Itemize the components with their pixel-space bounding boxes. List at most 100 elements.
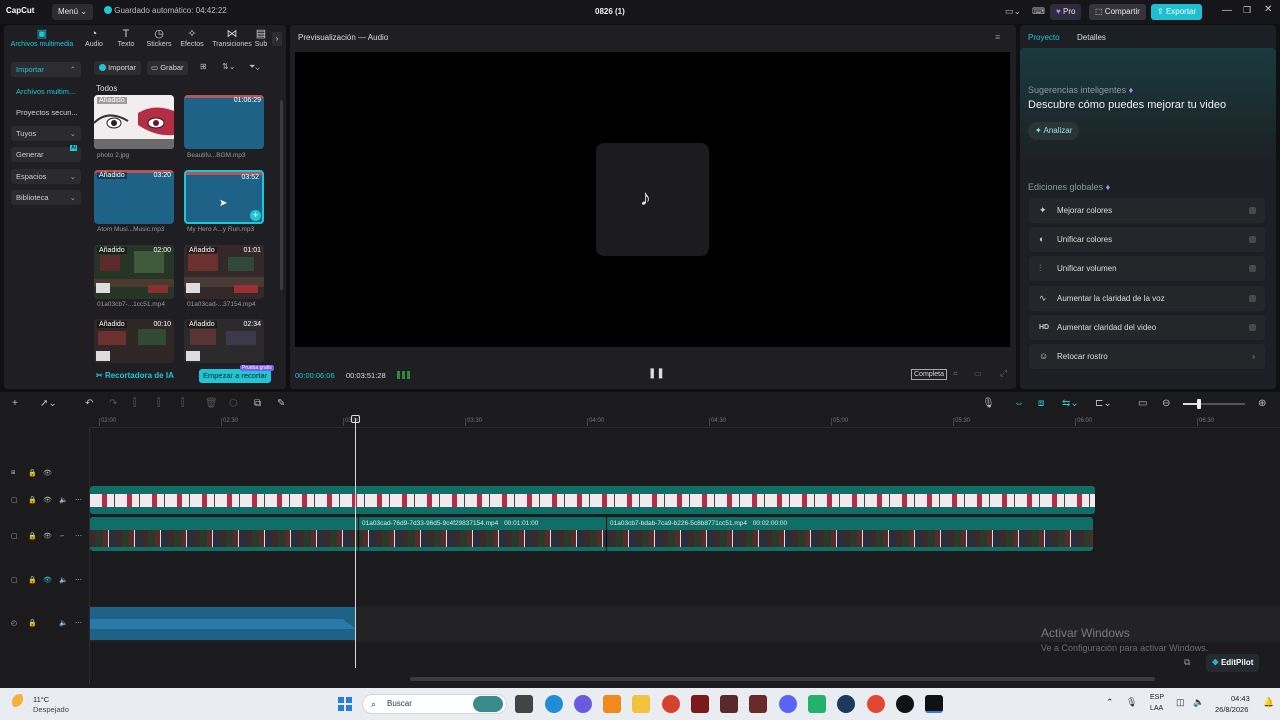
notification-icon[interactable]: 🔔 (1263, 697, 1274, 708)
start-cut-button[interactable]: Empezar a recortar (199, 369, 272, 383)
tab-media[interactable]: ▣ Archivos multimedia (8, 28, 76, 48)
playhead-handle[interactable] (351, 415, 360, 423)
search-highlight-icon[interactable] (473, 696, 503, 712)
row-enhance-colors[interactable]: ✦ Mejorar colores (1029, 198, 1265, 223)
eye-icon[interactable]: 👁 (43, 469, 52, 477)
sidebar-item-generate[interactable]: Generar AI (11, 145, 81, 162)
toggle-icon[interactable] (1249, 295, 1256, 302)
add-to-timeline-icon[interactable]: + (250, 210, 261, 221)
row-video-clarity[interactable]: HD Aumentar claridad del video (1029, 315, 1265, 340)
media-item[interactable]: 01:06:29 (184, 95, 264, 149)
speaker-icon[interactable]: 🔈 (59, 496, 68, 504)
lock-icon[interactable]: 🔒 (28, 619, 37, 627)
lock-icon[interactable]: 🔒 (28, 532, 37, 540)
zoom-icon[interactable]: ⌗ (953, 369, 958, 379)
speaker-icon[interactable]: 🔈 (59, 619, 68, 627)
pause-icon[interactable]: ❚❚ (648, 368, 665, 379)
eye-icon[interactable]: 👁 (43, 496, 52, 504)
minimize-icon[interactable]: — (1222, 5, 1232, 16)
row-unify-volume[interactable]: ⫶ Unificar volumen (1029, 256, 1265, 281)
more-icon[interactable]: ⋯ (75, 576, 82, 584)
eye-icon[interactable]: 👁 (43, 576, 52, 584)
grid-view-icon[interactable]: ⊞ (200, 62, 207, 71)
editpilot-button[interactable]: ✥ EditPilot (1206, 654, 1260, 672)
toggle-icon[interactable] (1249, 265, 1256, 272)
zoom-slider[interactable] (1183, 399, 1245, 409)
spotify-like-icon[interactable] (808, 695, 826, 713)
sort-icon[interactable]: ⇅⌄ (222, 62, 235, 71)
fullscreen-icon[interactable]: ⤢ (1000, 368, 1007, 379)
zoom-slider-thumb[interactable] (1197, 399, 1201, 409)
split-right-icon[interactable]: ⫿ (181, 398, 184, 409)
edit-icon[interactable]: ✎ (277, 398, 285, 409)
audio-clip[interactable] (90, 607, 356, 640)
copilot-icon[interactable] (574, 695, 592, 713)
media-item[interactable]: Añadido 01:01 (184, 245, 264, 299)
app-red-icon[interactable] (691, 695, 709, 713)
link-main-icon[interactable]: ⇔ (1014, 398, 1024, 409)
speaker-icon[interactable]: 🔈 (59, 576, 68, 584)
lock-icon[interactable]: 🔒 (28, 496, 37, 504)
waveform-icon[interactable] (397, 371, 411, 379)
sidebar-item-import[interactable]: Importar ⌃ (11, 62, 81, 77)
clock-time[interactable]: 04:43 (1231, 694, 1250, 703)
tray-chevron-icon[interactable]: ⌃ (1106, 697, 1114, 708)
vlc-icon[interactable] (603, 695, 621, 713)
maximize-icon[interactable]: ❐ (1243, 5, 1251, 16)
edge-icon[interactable] (545, 695, 563, 713)
more-icon[interactable]: ⋯ (75, 532, 82, 540)
tab-subtitles[interactable]: ▤ Sub (252, 28, 270, 48)
preview-axis-icon[interactable]: ⊏⌄ (1095, 398, 1112, 409)
tab-details[interactable]: Detalles (1077, 33, 1106, 42)
audio-link-icon[interactable]: ∽ (59, 532, 65, 540)
tab-effects[interactable]: ✧ Efectos (172, 28, 212, 48)
media-item[interactable]: Añadido 03:20 (94, 170, 174, 224)
redo-icon[interactable]: ↷ (109, 398, 117, 409)
split-icon[interactable]: ⫿ (133, 398, 136, 409)
row-retouch-face[interactable]: ☺ Retocar rostro › (1029, 344, 1265, 369)
tab-project[interactable]: Proyecto (1028, 33, 1060, 42)
discord-icon[interactable] (779, 695, 797, 713)
snap-icon[interactable]: ⇆⌄ (1062, 398, 1079, 409)
magnet-icon[interactable]: ⧈ (1038, 398, 1044, 409)
add-track-icon[interactable]: + (12, 398, 18, 409)
freeze-icon[interactable]: ⧉ (254, 398, 261, 409)
undo-icon[interactable]: ↶ (85, 398, 93, 409)
media-item[interactable]: Añadido 00:10 (94, 319, 174, 363)
app-game-icon[interactable] (720, 695, 738, 713)
weather-icon[interactable] (12, 694, 28, 710)
video-clip-track[interactable] (90, 517, 1093, 551)
row-unify-colors[interactable]: ◐ Unificar colores (1029, 227, 1265, 252)
toggle-icon[interactable] (1249, 207, 1256, 214)
unreal-icon[interactable] (896, 695, 914, 713)
chrome-icon[interactable] (662, 695, 680, 713)
filter-icon[interactable]: ⏷⌄ (249, 62, 260, 72)
windows-start-icon[interactable] (338, 697, 352, 711)
speaker-tray-icon[interactable]: 🔈 (1193, 697, 1204, 708)
media-item[interactable]: Añadido 02:34 (184, 319, 264, 363)
layout-icon[interactable]: ▭⌄ (1005, 6, 1021, 17)
toggle-icon[interactable] (1249, 324, 1256, 331)
wifi-icon[interactable]: ◫ (1176, 697, 1185, 708)
select-tool-icon[interactable]: ➚⌄ (40, 398, 57, 409)
export-button[interactable]: ⇪ Exportar (1151, 4, 1203, 20)
zoom-in-icon[interactable]: ⊕ (1258, 398, 1266, 409)
capcut-taskbar-icon[interactable] (925, 695, 943, 713)
pro-button[interactable]: ♥ Pro (1050, 4, 1082, 20)
media-item-selected[interactable]: 03:52 ➤ + (184, 170, 264, 224)
folder-icon[interactable] (632, 695, 650, 713)
sidebar-item-library[interactable]: Biblioteca ⌄ (11, 190, 81, 205)
share-button[interactable]: ⬚ Compartir (1089, 4, 1146, 20)
media-item[interactable]: Añadido (94, 95, 174, 149)
photo-clip[interactable] (90, 486, 1095, 514)
microphone-icon[interactable]: 🎙 (982, 398, 995, 409)
sidebar-item-projects[interactable]: Proyectos secun... (11, 105, 81, 120)
more-icon[interactable]: ⋯ (75, 496, 82, 504)
sidebar-item-spaces[interactable]: Espacios ⌄ (11, 169, 81, 184)
tray-mic-icon[interactable]: 🎙 (1126, 697, 1137, 708)
lang-top[interactable]: ESP (1150, 694, 1164, 701)
split-left-icon[interactable]: ⫿ (157, 398, 160, 409)
timeline-scrollbar[interactable] (410, 677, 1155, 681)
editpilot-left-icon[interactable]: ⧉ (1184, 657, 1190, 668)
delete-icon[interactable]: 🗑 (205, 398, 218, 409)
